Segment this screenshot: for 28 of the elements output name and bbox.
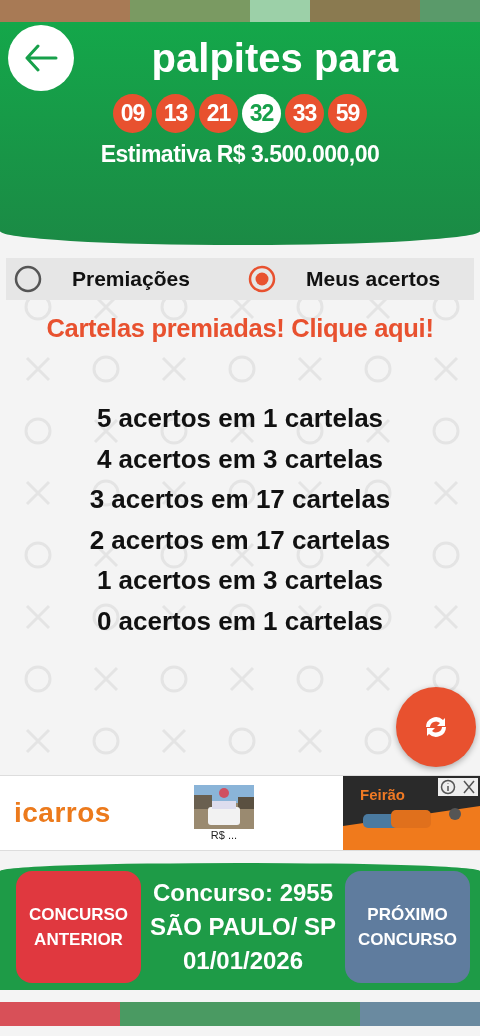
number-ball: 32: [242, 94, 281, 133]
number-ball: 09: [113, 94, 152, 133]
result-line: 3 acertos em 17 cartelas: [89, 483, 391, 516]
contest-location: SÃO PAULO/ SP: [149, 911, 337, 942]
ad-headline: Feirão: [360, 786, 405, 803]
previous-contest-button[interactable]: CONCURSO ANTERIOR: [16, 870, 141, 983]
radio-option[interactable]: Premiações: [6, 265, 240, 293]
result-line: 1 acertos em 3 cartelas: [96, 564, 384, 597]
listing-price: R$ ...: [210, 829, 238, 841]
refresh-button[interactable]: [396, 687, 476, 767]
radio-option[interactable]: Meus acertos: [240, 265, 474, 293]
result-line: 2 acertos em 17 cartelas: [89, 523, 391, 557]
contest-date: 01/01/2026: [182, 945, 304, 976]
result-line: 0 acertos em 1 cartelas: [96, 604, 384, 638]
ad-banner[interactable]: icarros R$ ... Feirão: [0, 775, 480, 851]
number-ball: 59: [328, 94, 367, 133]
result-line: 4 acertos em 3 cartelas: [96, 442, 384, 476]
ad-info-close-icon[interactable]: [438, 778, 478, 796]
number-ball: 13: [156, 94, 195, 133]
page-title: palpites para: [151, 35, 399, 82]
brand-logo: icarros: [14, 797, 112, 829]
result-line: 5 acertos em 1 cartelas: [96, 402, 384, 435]
next-contest-button[interactable]: PRÓXIMO CONCURSO: [345, 870, 470, 983]
number-ball: 21: [199, 94, 238, 133]
back-arrow-icon: [24, 44, 58, 72]
contest-number: Concurso: 2955: [152, 877, 334, 908]
prize-estimate: Estimativa R$ 3.500.000,00: [100, 141, 380, 168]
number-ball: 33: [285, 94, 324, 133]
